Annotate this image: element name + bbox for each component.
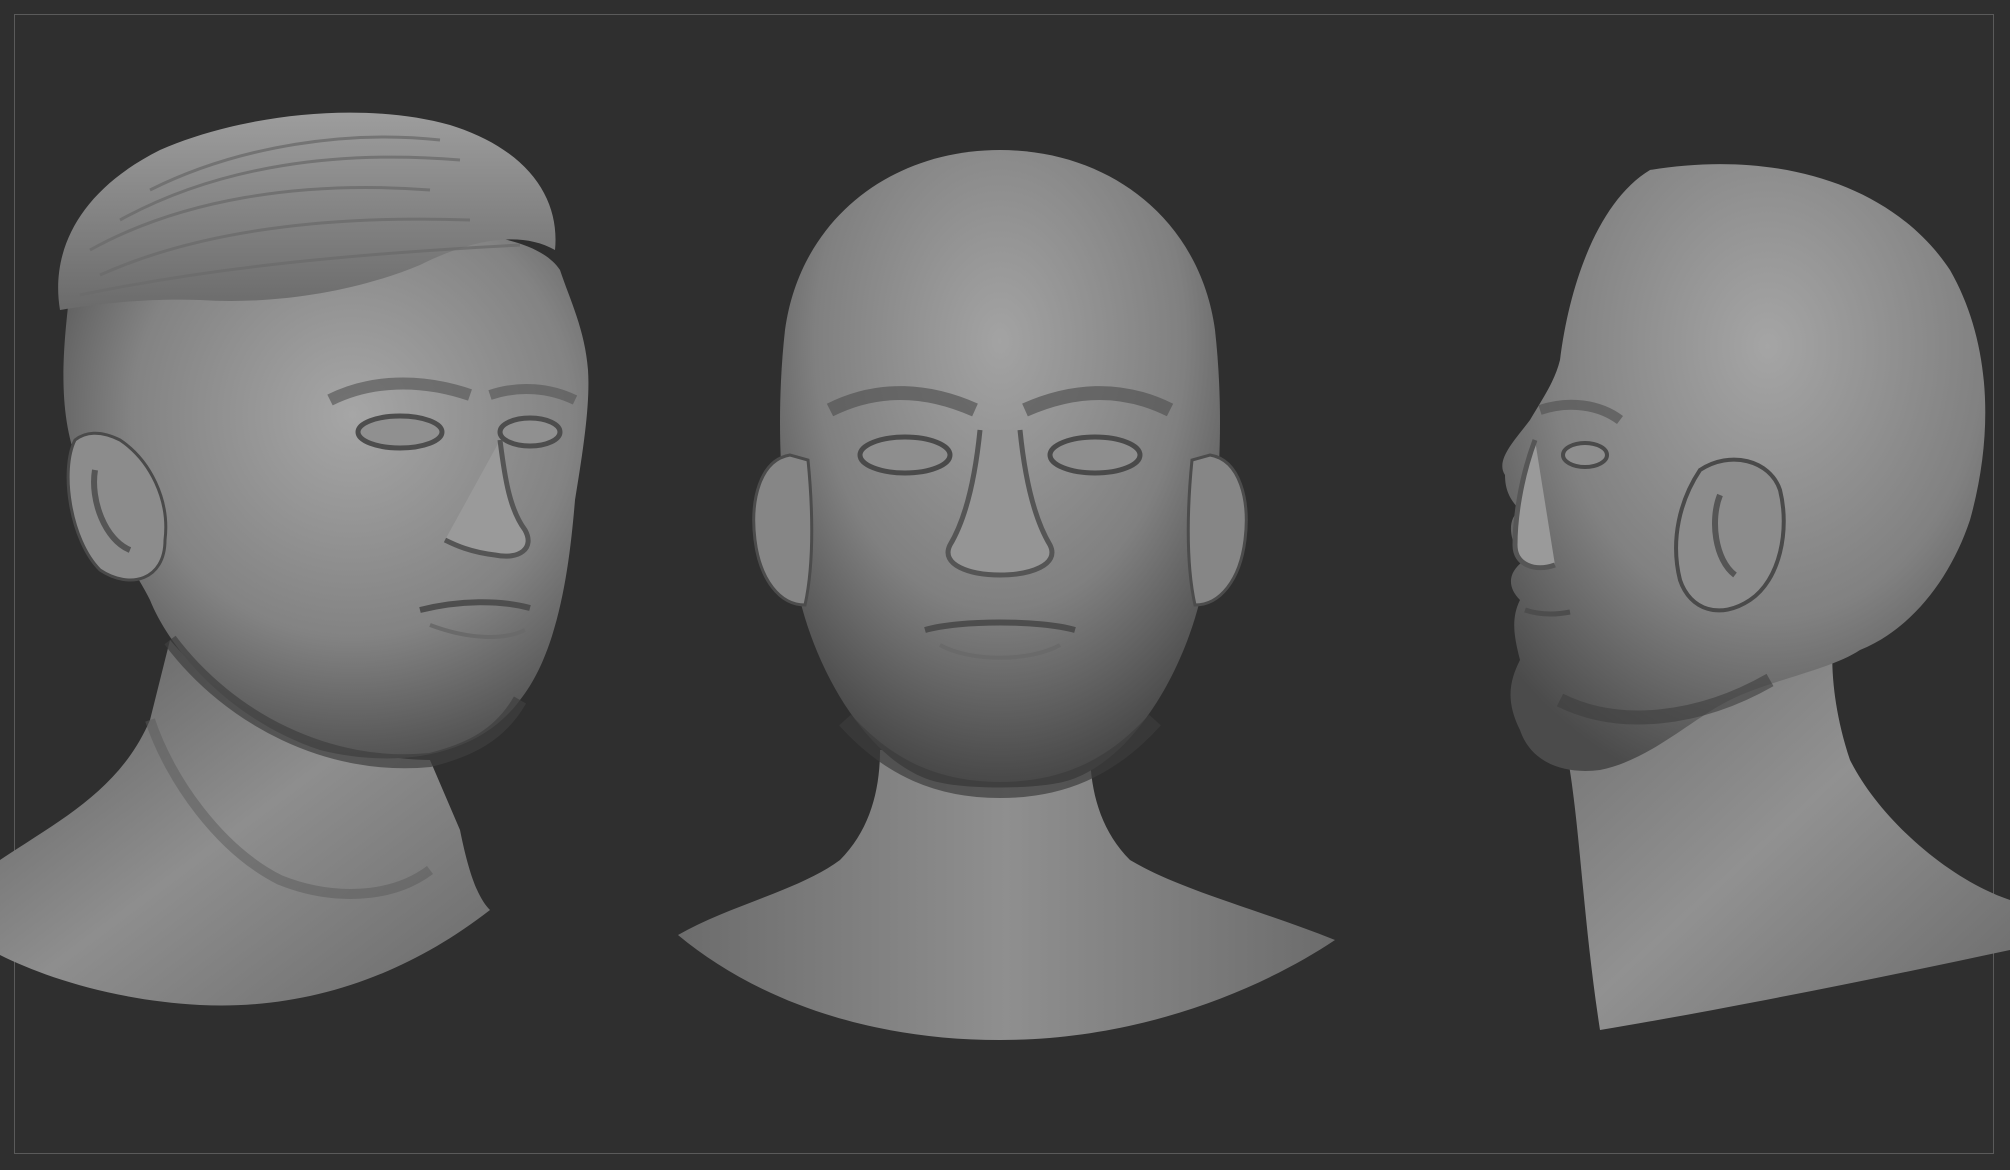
sculpt-viewport[interactable] <box>0 0 2010 1170</box>
head-three-quarter-render <box>0 112 589 1006</box>
head-sculpt-front[interactable] <box>640 0 1370 1170</box>
head-profile-render <box>1502 164 2010 1030</box>
head-sculpt-three-quarter[interactable] <box>0 0 640 1170</box>
head-sculpt-profile[interactable] <box>1270 0 2010 1170</box>
head-front-render <box>678 150 1335 1040</box>
